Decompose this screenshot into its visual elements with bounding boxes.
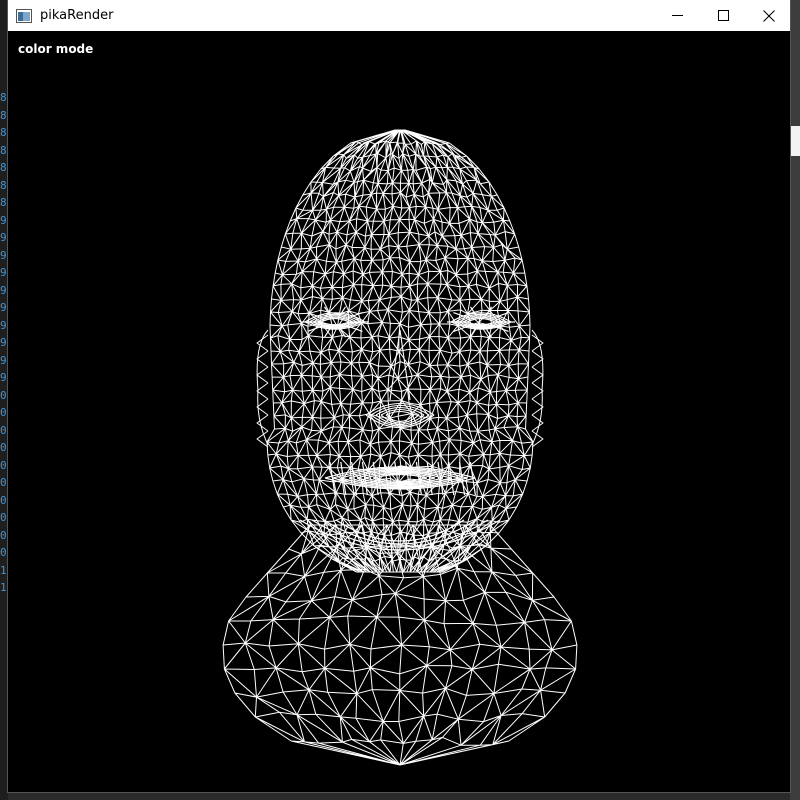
render-canvas[interactable]: color mode [8,31,790,792]
background-line-number: 90 [0,213,8,227]
head-mesh [266,129,534,573]
background-line-number: 11 [0,581,8,594]
background-line-number: 83 [0,91,8,104]
background-line-number: 94 [0,283,8,297]
background-line-number: 01 [0,406,8,419]
background-line-number: 87 [0,161,8,174]
background-line-number: 92 [0,248,8,262]
maximize-button[interactable] [700,0,746,31]
background-line-number: 91 [0,231,8,244]
background-line-number: 96 [0,318,8,332]
mode-label: color mode [18,42,94,56]
background-line-number: 99 [0,371,8,384]
background-line-number: 98 [0,353,8,367]
background-line-number: 03 [0,441,8,454]
window-title: pikaRender [40,8,114,23]
background-line-number: 93 [0,266,8,279]
background-line-number: 84 [0,108,8,122]
background-line-number: 05 [0,476,8,489]
background-panel-tab [790,126,800,156]
right-ear-mesh [531,329,544,448]
background-line-number: 04 [0,458,8,472]
background-line-number: 10 [0,563,8,577]
background-line-number: 89 [0,196,8,209]
background-line-number: 06 [0,493,8,507]
wireframe-head-mesh [222,129,578,766]
minimize-button[interactable] [654,0,700,31]
background-line-number: 02 [0,423,8,437]
background-panel-strip [790,0,800,800]
background-line-number: 08 [0,528,8,542]
app-icon [16,8,32,24]
close-icon [763,9,775,22]
background-editor-strip: 83 84 85 86 87 88 89 90 91 92 93 94 95 96 97 98 99 00 01 02… [0,0,8,800]
background-line-number: 86 [0,143,8,157]
background-line-number: 07 [0,511,8,524]
title-bar[interactable]: pikaRender [8,0,790,31]
background-line-number: 85 [0,126,8,139]
background-line-number: 97 [0,336,8,349]
background-line-number: 00 [0,388,8,402]
close-button[interactable] [746,0,792,31]
minimize-icon [671,15,683,16]
app-window: pikaRender color mode [8,0,790,792]
background-line-number: 95 [0,301,8,314]
left-ear-mesh [256,329,269,448]
background-line-number: 09 [0,546,8,559]
background-line-number: 88 [0,178,8,192]
maximize-icon [717,10,729,21]
